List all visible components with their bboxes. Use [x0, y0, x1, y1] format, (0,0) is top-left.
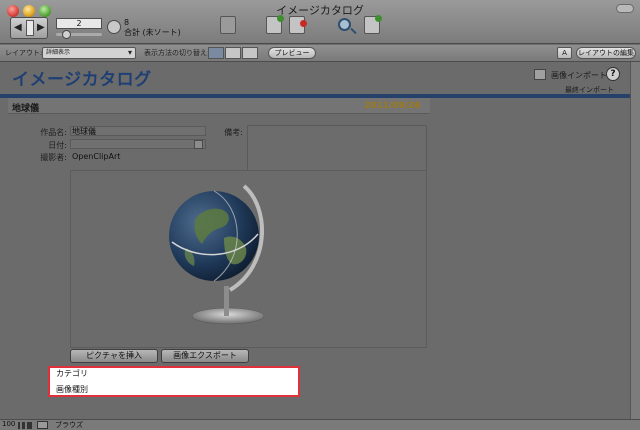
title-label: 作品名: — [40, 128, 67, 137]
find-icon[interactable] — [338, 18, 351, 31]
record-slider[interactable] — [56, 30, 102, 39]
previous-record-icon[interactable]: ◀ — [14, 22, 22, 33]
photographer-value[interactable]: OpenClipArt — [72, 152, 120, 161]
current-record-field[interactable]: 2 — [56, 18, 102, 29]
book-icon — [26, 20, 34, 36]
edit-layout-button[interactable]: レイアウトの編集 — [576, 47, 636, 59]
zoom-level[interactable]: 100 — [2, 420, 15, 428]
import-image-icon[interactable] — [534, 69, 546, 80]
page-title: イメージカタログ — [12, 70, 152, 90]
zoom-mountain-icon[interactable] — [18, 422, 32, 429]
vertical-scrollbar[interactable] — [630, 62, 640, 419]
category-item[interactable]: カテゴリ — [56, 368, 88, 379]
status-bar: 100 ブラウズ — [0, 419, 640, 430]
view-as-table-button[interactable] — [242, 47, 258, 59]
date-label: 日付: — [48, 141, 67, 150]
record-count-number: 8 — [124, 18, 130, 27]
export-image-button[interactable]: 画像エクスポート — [161, 349, 249, 363]
record-date: 2011/09/26 — [364, 101, 421, 111]
view-as-form-button[interactable] — [208, 47, 224, 59]
record-count: 8 合計 (未ソート) — [124, 18, 181, 38]
date-field[interactable] — [70, 139, 206, 149]
sort-icon[interactable] — [364, 15, 382, 34]
notes-field[interactable] — [247, 125, 427, 171]
title-value: 地球儀 — [72, 127, 96, 136]
app-window: イメージカタログ ◀ ▶ 2 8 合計 (未ソート) レイアウト: 詳細表示 表… — [0, 0, 640, 430]
record-navigator[interactable]: ◀ ▶ — [10, 17, 48, 39]
title-toolbar: イメージカタログ ◀ ▶ 2 8 合計 (未ソート) — [0, 0, 640, 44]
record-name: 地球儀 — [12, 104, 40, 114]
new-record-icon[interactable] — [266, 15, 284, 34]
help-icon[interactable]: ? — [606, 67, 620, 81]
window-title: イメージカタログ — [276, 4, 364, 17]
layout-select[interactable]: 詳細表示 — [42, 47, 136, 59]
image-type-item[interactable]: 画像種別 — [56, 384, 88, 395]
show-all-icon[interactable] — [220, 16, 236, 34]
photographer-label: 撮影者: — [40, 153, 67, 162]
notes-label: 備考: — [224, 128, 243, 137]
toolbar-toggle-button[interactable] — [616, 4, 634, 13]
record-count-status: 合計 (未ソート) — [124, 28, 181, 37]
preview-button[interactable]: プレビュー — [268, 47, 316, 59]
delete-record-icon[interactable] — [289, 16, 307, 34]
view-switch-label: 表示方法の切り替え: — [144, 49, 210, 57]
text-format-button[interactable]: A — [557, 47, 572, 59]
layout-label: レイアウト: — [5, 49, 43, 57]
view-as-list-button[interactable] — [225, 47, 241, 59]
insert-picture-button[interactable]: ピクチャを挿入 — [70, 349, 158, 363]
found-set-pie-icon — [107, 20, 121, 34]
next-record-icon[interactable]: ▶ — [37, 22, 45, 33]
status-toggle-icon[interactable] — [37, 421, 48, 429]
globe-image — [169, 184, 265, 325]
calendar-icon[interactable] — [194, 140, 203, 149]
mode-indicator[interactable]: ブラウズ — [55, 420, 83, 430]
category-popup[interactable]: カテゴリ 画像種別 — [48, 366, 300, 397]
layout-bar: レイアウト: 詳細表示 表示方法の切り替え: プレビュー A レイアウトの編集 — [0, 45, 640, 62]
import-image-button[interactable]: 画像インポート — [551, 70, 607, 81]
